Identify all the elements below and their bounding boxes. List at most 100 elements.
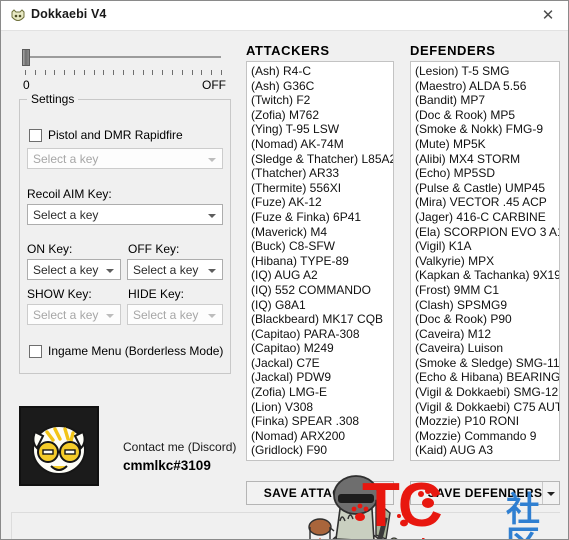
trackbar-tick bbox=[191, 70, 193, 75]
ingame-menu-checkbox-row[interactable]: Ingame Menu (Borderless Mode) bbox=[29, 344, 223, 358]
list-item[interactable]: (Caveira) Luison bbox=[411, 341, 559, 356]
list-item[interactable]: (Jager) 416-C CARBINE bbox=[411, 210, 559, 225]
trackbar-tick bbox=[74, 70, 75, 75]
list-item[interactable]: (Thermite) 556XI bbox=[247, 181, 393, 196]
list-item[interactable]: (Mozzie) Commando 9 bbox=[411, 429, 559, 444]
list-item[interactable]: (Kapkan & Tachanka) 9X19VSN bbox=[411, 268, 559, 283]
list-item[interactable]: (Finka) SPEAR .308 bbox=[247, 414, 393, 429]
list-item[interactable]: (Pulse & Castle) UMP45 bbox=[411, 181, 559, 196]
list-item[interactable]: (Valkyrie) MPX bbox=[411, 254, 559, 269]
ingame-menu-checkbox[interactable] bbox=[29, 344, 42, 358]
list-item[interactable]: (Maverick) M4 bbox=[247, 225, 393, 240]
rapidfire-checkbox-row[interactable]: Pistol and DMR Rapidfire bbox=[29, 128, 183, 142]
save-attackers-label: SAVE ATTACKERS bbox=[263, 486, 377, 500]
show-key-label: SHOW Key: bbox=[27, 287, 92, 301]
chevron-down-icon bbox=[208, 214, 216, 218]
trackbar-tick bbox=[93, 70, 95, 75]
window-title: Dokkaebi V4 bbox=[31, 7, 107, 21]
list-item[interactable]: (Mira) VECTOR .45 ACP bbox=[411, 195, 559, 210]
trackbar-thumb[interactable] bbox=[22, 49, 30, 66]
rapidfire-trackbar[interactable]: 0 OFF bbox=[19, 48, 226, 92]
list-item[interactable]: (Caveira) M12 bbox=[411, 327, 559, 342]
on-key-value: Select a key bbox=[33, 263, 99, 277]
rapidfire-label: Pistol and DMR Rapidfire bbox=[48, 128, 183, 142]
list-item[interactable]: (Doc & Rook) MP5 bbox=[411, 108, 559, 123]
hide-key-value: Select a key bbox=[133, 308, 199, 322]
list-item[interactable]: (Doc & Rook) P90 bbox=[411, 312, 559, 327]
list-item[interactable]: (Mozzie) P10 RONI bbox=[411, 414, 559, 429]
list-item[interactable]: (Alibi) MX4 STORM bbox=[411, 152, 559, 167]
save-attackers-button[interactable]: SAVE ATTACKERS bbox=[246, 481, 394, 505]
title-bar: Dokkaebi V4 ✕ bbox=[1, 1, 568, 31]
rapidfire-key-value: Select a key bbox=[33, 152, 99, 166]
show-key-combo[interactable]: Select a key bbox=[27, 304, 121, 325]
trackbar-tick bbox=[172, 70, 173, 75]
save-defenders-button[interactable]: SAVE DEFENDERS bbox=[410, 481, 560, 505]
trackbar-ticks bbox=[25, 70, 222, 77]
list-item[interactable]: (Nomad) AK-74M bbox=[247, 137, 393, 152]
list-item[interactable]: (Zofia) M762 bbox=[247, 108, 393, 123]
list-item[interactable]: (Nomad) ARX200 bbox=[247, 429, 393, 444]
list-item[interactable]: (Vigil & Dokkaebi) C75 AUTO bbox=[411, 400, 559, 415]
list-item[interactable]: (Mute) MP5K bbox=[411, 137, 559, 152]
list-item[interactable]: (Jackal) PDW9 bbox=[247, 370, 393, 385]
list-item[interactable]: (Sledge & Thatcher) L85A2 bbox=[247, 152, 393, 167]
list-item[interactable]: (Zofia) LMG-E bbox=[247, 385, 393, 400]
list-item[interactable]: (Fuze) AK-12 bbox=[247, 195, 393, 210]
chevron-down-icon bbox=[208, 314, 216, 318]
list-item[interactable]: (Smoke & Sledge) SMG-11 bbox=[411, 356, 559, 371]
list-item[interactable]: (Hibana) TYPE-89 bbox=[247, 254, 393, 269]
list-item[interactable]: (Maestro) ALDA 5.56 bbox=[411, 79, 559, 94]
list-item[interactable]: (Jackal) C7E bbox=[247, 356, 393, 371]
trackbar-tick bbox=[54, 70, 56, 75]
trackbar-tick bbox=[181, 70, 183, 75]
attackers-listbox[interactable]: (Ash) R4-C (Ash) G36C (Twitch) F2 (Zofia) M… bbox=[246, 61, 394, 461]
trackbar-tick bbox=[142, 70, 144, 75]
list-item[interactable]: (Vigil & Dokkaebi) SMG-12 bbox=[411, 385, 559, 400]
list-item[interactable]: (Thatcher) AR33 bbox=[247, 166, 393, 181]
trackbar-tick bbox=[211, 70, 213, 75]
list-item[interactable]: (Buck) C8-SFW bbox=[247, 239, 393, 254]
off-key-label: OFF Key: bbox=[128, 242, 180, 256]
list-item[interactable]: (Gridlock) M249 SAW bbox=[247, 458, 393, 460]
list-item[interactable]: (IQ) AUG A2 bbox=[247, 268, 393, 283]
list-item[interactable]: (Ash) G36C bbox=[247, 79, 393, 94]
list-item[interactable]: (Frost) 9MM C1 bbox=[411, 283, 559, 298]
list-item[interactable]: (Clash) SPSMG9 bbox=[411, 298, 559, 313]
list-item[interactable]: (Vigil) K1A bbox=[411, 239, 559, 254]
trackbar-tick bbox=[113, 70, 115, 75]
trackbar-max-label: OFF bbox=[202, 78, 226, 92]
list-item[interactable]: (Fuze & Finka) 6P41 bbox=[247, 210, 393, 225]
rapidfire-checkbox[interactable] bbox=[29, 128, 42, 142]
list-item[interactable]: (Twitch) F2 bbox=[247, 93, 393, 108]
chevron-down-icon bbox=[208, 158, 216, 162]
off-key-combo[interactable]: Select a key bbox=[127, 259, 223, 280]
list-item[interactable]: (Smoke & Nokk) FMG-9 bbox=[411, 122, 559, 137]
list-item[interactable]: (Blackbeard) MK17 CQB bbox=[247, 312, 393, 327]
rapidfire-key-combo[interactable]: Select a key bbox=[27, 148, 223, 169]
save-defenders-dropdown[interactable] bbox=[542, 482, 559, 504]
on-key-label: ON Key: bbox=[27, 242, 73, 256]
list-item[interactable]: (Ash) R4-C bbox=[247, 64, 393, 79]
list-item[interactable]: (Ela) SCORPION EVO 3 A1 bbox=[411, 225, 559, 240]
list-item[interactable]: (Lesion) T-5 SMG bbox=[411, 64, 559, 79]
on-key-combo[interactable]: Select a key bbox=[27, 259, 121, 280]
list-item[interactable]: (Kaid) AUG A3 bbox=[411, 443, 559, 458]
list-item[interactable]: (Echo) MP5SD bbox=[411, 166, 559, 181]
defenders-listbox[interactable]: (Lesion) T-5 SMG (Maestro) ALDA 5.56 (Band… bbox=[410, 61, 560, 461]
list-item[interactable]: (Capitao) M249 bbox=[247, 341, 393, 356]
attackers-header: ATTACKERS bbox=[246, 43, 330, 58]
save-defenders-label: SAVE DEFENDERS bbox=[427, 486, 543, 500]
list-item[interactable]: (IQ) 552 COMMANDO bbox=[247, 283, 393, 298]
list-item[interactable]: (Capitao) PARA-308 bbox=[247, 327, 393, 342]
trackbar-track bbox=[25, 56, 221, 58]
list-item[interactable]: (Bandit) MP7 bbox=[411, 93, 559, 108]
list-item[interactable]: (IQ) G8A1 bbox=[247, 298, 393, 313]
hide-key-combo[interactable]: Select a key bbox=[127, 304, 223, 325]
list-item[interactable]: (Ying) T-95 LSW bbox=[247, 122, 393, 137]
list-item[interactable]: (Lion) V308 bbox=[247, 400, 393, 415]
list-item[interactable]: (Echo & Hibana) BEARING 9 bbox=[411, 370, 559, 385]
list-item[interactable]: (Gridlock) F90 bbox=[247, 443, 393, 458]
recoil-aim-combo[interactable]: Select a key bbox=[27, 204, 223, 225]
close-icon[interactable]: ✕ bbox=[538, 6, 558, 26]
